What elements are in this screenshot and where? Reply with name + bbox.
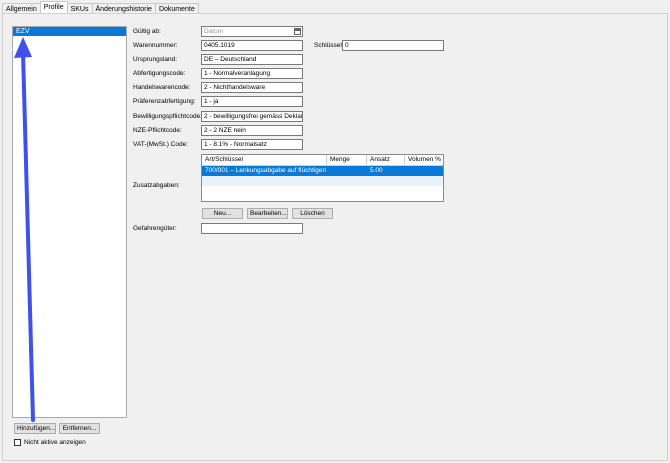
annotation-arrow-icon bbox=[14, 37, 35, 422]
